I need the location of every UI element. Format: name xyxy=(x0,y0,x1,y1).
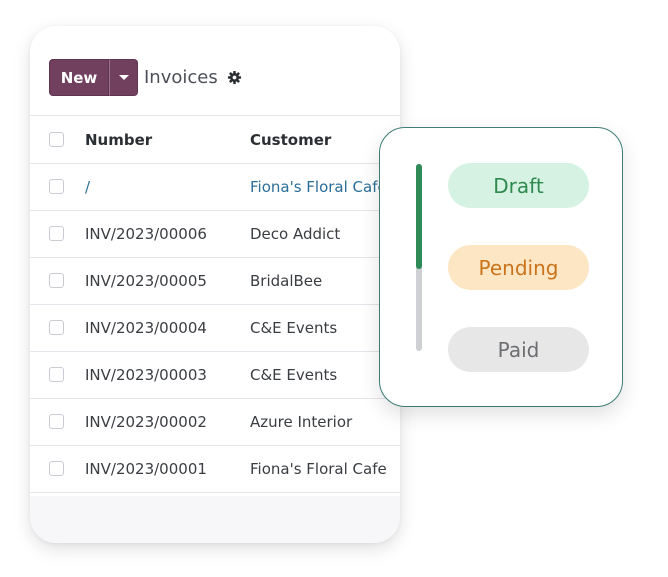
page-title: Invoices xyxy=(144,67,218,88)
table-row[interactable]: INV/2023/00006 Deco Addict xyxy=(30,211,400,258)
status-pending-badge[interactable]: Pending xyxy=(448,245,589,290)
invoice-number[interactable]: / xyxy=(85,164,90,210)
customer-name[interactable]: Fiona's Floral Cafe xyxy=(250,164,387,210)
customer-name: C&E Events xyxy=(250,319,338,337)
table-footer-area xyxy=(30,496,400,543)
customer-name: BridalBee xyxy=(250,272,323,290)
status-popup: Draft Pending Paid xyxy=(379,127,623,407)
table-row[interactable]: INV/2023/00003 C&E Events xyxy=(30,352,400,399)
table-row[interactable]: INV/2023/00002 Azure Interior xyxy=(30,399,400,446)
column-header-number[interactable]: Number xyxy=(85,116,152,163)
table-row[interactable]: / Fiona's Floral Cafe xyxy=(30,164,400,211)
status-draft-badge[interactable]: Draft xyxy=(448,163,589,208)
new-button[interactable]: New xyxy=(49,59,109,96)
invoice-table: Number Customer / Fiona's Floral Cafe IN… xyxy=(30,115,400,493)
customer-name: Azure Interior xyxy=(250,413,353,431)
row-checkbox[interactable] xyxy=(49,367,64,382)
invoice-number: INV/2023/00006 xyxy=(85,225,207,243)
table-row[interactable]: INV/2023/00001 Fiona's Floral Cafe xyxy=(30,446,400,493)
invoice-number: INV/2023/00004 xyxy=(85,319,207,337)
table-row[interactable]: INV/2023/00005 BridalBee xyxy=(30,258,400,305)
select-all-checkbox[interactable] xyxy=(49,131,64,147)
invoice-number: INV/2023/00003 xyxy=(85,366,207,384)
row-checkbox[interactable] xyxy=(49,226,64,241)
invoice-number: INV/2023/00002 xyxy=(85,413,207,431)
status-progress-fill xyxy=(416,164,422,269)
table-row[interactable]: INV/2023/00004 C&E Events xyxy=(30,305,400,352)
column-header-customer[interactable]: Customer xyxy=(250,116,331,163)
customer-name: Deco Addict xyxy=(250,225,341,243)
list-controls: New Invoices xyxy=(49,59,242,96)
row-checkbox[interactable] xyxy=(49,179,64,194)
status-progress-track xyxy=(416,164,422,351)
row-checkbox[interactable] xyxy=(49,461,64,476)
invoice-number: INV/2023/00005 xyxy=(85,272,207,290)
row-checkbox[interactable] xyxy=(49,320,64,335)
status-paid-badge[interactable]: Paid xyxy=(448,327,589,372)
customer-name: C&E Events xyxy=(250,366,338,384)
row-checkbox[interactable] xyxy=(49,273,64,288)
row-checkbox[interactable] xyxy=(49,414,64,429)
table-header-row: Number Customer xyxy=(30,115,400,164)
gear-icon[interactable] xyxy=(227,70,242,85)
caret-down-icon xyxy=(118,75,129,80)
invoice-number: INV/2023/00001 xyxy=(85,460,207,478)
invoices-card: New Invoices Number Customer / Fiona's F… xyxy=(30,26,400,543)
new-dropdown-toggle[interactable] xyxy=(109,59,138,96)
customer-name: Fiona's Floral Cafe xyxy=(250,460,387,478)
